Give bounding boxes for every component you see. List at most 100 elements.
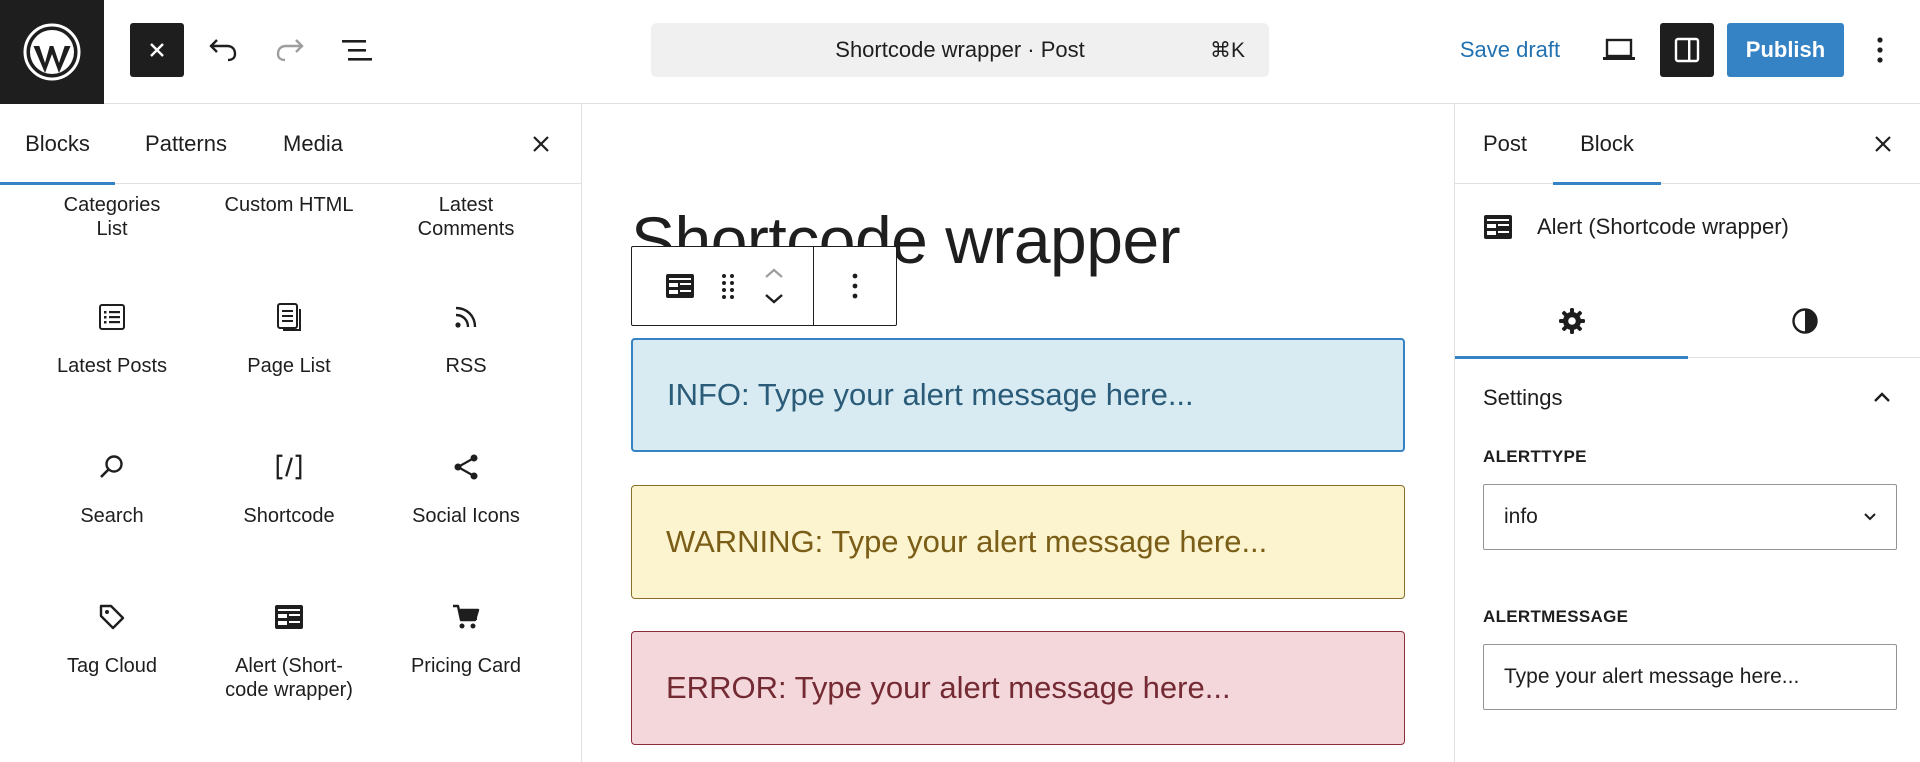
cart-icon <box>451 602 481 632</box>
tab-media[interactable]: Media <box>268 104 358 184</box>
command-shortcut: ⌘K <box>1209 39 1245 62</box>
close-sidebar-button[interactable] <box>1861 122 1905 166</box>
sidebar-icon <box>1674 37 1700 63</box>
block-label: Pricing Card <box>410 655 522 677</box>
tab-post[interactable]: Post <box>1455 104 1555 184</box>
chevron-down-icon <box>765 294 783 304</box>
drag-handle[interactable] <box>704 262 752 310</box>
block-label: Latest Comments <box>417 194 515 240</box>
block-label: Tag Cloud <box>66 655 158 677</box>
wordpress-logo-button[interactable] <box>0 0 104 104</box>
block-card: Alert (Shortcode wrapper) <box>1483 214 1789 240</box>
list-icon <box>97 302 127 332</box>
options-menu-button[interactable] <box>1856 23 1904 77</box>
block-social-icons[interactable]: Social Icons <box>380 452 552 528</box>
block-page-list[interactable]: Page List <box>203 302 375 378</box>
more-vertical-icon <box>1877 37 1883 63</box>
preview-button[interactable] <box>1592 23 1646 77</box>
block-alert-shortcode-wrapper[interactable]: Alert (Short-code wrapper) <box>203 602 375 702</box>
alert-block-icon <box>666 274 694 298</box>
block-label: Search <box>80 505 144 527</box>
block-inserter-panel: Blocks Patterns Media Categories List Cu… <box>0 104 582 762</box>
block-search[interactable]: Search <box>26 452 198 528</box>
alert-block-info[interactable]: INFO: Type your alert message here... <box>631 338 1405 452</box>
drag-handle-icon <box>722 274 734 299</box>
block-label: Custom HTML <box>224 194 354 216</box>
settings-panel-title: Settings <box>1483 385 1563 410</box>
share-icon <box>451 452 481 482</box>
block-toolbar-group <box>632 247 814 325</box>
inserter-tabs: Blocks Patterns Media <box>0 104 581 185</box>
alertmessage-input[interactable]: Type your alert message here... <box>1483 644 1897 710</box>
block-toolbar-options <box>814 247 896 325</box>
editor-canvas: Shortcode wrapper INFO: Type your alert … <box>583 104 1454 762</box>
tab-patterns[interactable]: Patterns <box>130 104 242 184</box>
block-toolbar <box>631 246 897 326</box>
move-down-button[interactable] <box>763 292 785 306</box>
more-vertical-icon <box>852 273 858 299</box>
search-icon <box>97 452 127 482</box>
tab-styles[interactable] <box>1688 284 1920 358</box>
block-rss[interactable]: RSS <box>380 302 552 378</box>
undo-button[interactable] <box>196 23 250 77</box>
settings-panel-toggle[interactable]: Settings <box>1455 358 1920 438</box>
block-shortcode[interactable]: Shortcode <box>203 452 375 528</box>
tab-block[interactable]: Block <box>1553 104 1661 185</box>
close-icon <box>150 43 164 57</box>
gear-icon <box>1558 308 1585 334</box>
shortcode-icon <box>274 452 304 482</box>
close-inserter-button[interactable] <box>130 23 184 77</box>
document-title: Shortcode wrapper · Post <box>835 37 1085 62</box>
block-pricing-card[interactable]: Pricing Card <box>380 602 552 678</box>
tab-blocks[interactable]: Blocks <box>0 104 115 185</box>
block-inspector-tabs <box>1455 284 1920 359</box>
document-overview-button[interactable] <box>330 23 384 77</box>
block-label: Latest Posts <box>56 355 168 377</box>
publish-button[interactable]: Publish <box>1727 23 1844 77</box>
alert-block-icon <box>274 602 304 632</box>
save-draft-button[interactable]: Save draft <box>1440 23 1580 77</box>
block-label: Shortcode <box>243 505 335 527</box>
chevron-up-icon <box>1874 392 1890 402</box>
block-label: Categories List <box>63 194 161 240</box>
alert-block-warning[interactable]: WARNING: Type your alert message here... <box>631 485 1405 599</box>
settings-toggle-button[interactable] <box>1660 23 1714 77</box>
wordpress-icon <box>23 23 81 81</box>
alerttype-select[interactable]: info <box>1483 484 1897 550</box>
chevron-up-icon <box>765 268 783 278</box>
page-list-icon <box>274 302 304 332</box>
move-up-button[interactable] <box>763 266 785 280</box>
block-options-button[interactable] <box>831 262 879 310</box>
alerttype-value: info <box>1504 505 1538 528</box>
block-latest-comments[interactable]: Latest Comments <box>380 193 552 241</box>
list-view-icon <box>342 40 372 61</box>
tag-icon <box>97 602 127 632</box>
close-inserter-panel-button[interactable] <box>519 122 563 166</box>
block-latest-posts[interactable]: Latest Posts <box>26 302 198 378</box>
close-icon <box>533 136 549 152</box>
block-type-button[interactable] <box>656 262 704 310</box>
alert-block-icon <box>1484 215 1512 239</box>
undo-icon <box>209 39 237 62</box>
block-mover <box>752 251 796 321</box>
editor-header: Shortcode wrapper · Post ⌘K Save draft P… <box>0 0 1920 104</box>
command-palette-button[interactable]: Shortcode wrapper · Post ⌘K <box>651 23 1269 77</box>
chevron-down-icon <box>1864 513 1876 521</box>
block-custom-html[interactable]: Custom HTML <box>203 193 375 217</box>
block-categories-list[interactable]: Categories List <box>26 193 198 241</box>
block-label: Alert (Short-code wrapper) <box>225 655 353 701</box>
redo-icon <box>276 39 304 62</box>
tab-settings[interactable] <box>1455 284 1688 359</box>
alert-block-error[interactable]: ERROR: Type your alert message here... <box>631 631 1405 745</box>
close-icon <box>1875 136 1891 152</box>
redo-button[interactable] <box>263 23 317 77</box>
sidebar-tabs: Post Block <box>1455 104 1920 185</box>
settings-sidebar: Post Block Alert (Shortcode wrapper) Set… <box>1454 104 1920 762</box>
block-tag-cloud[interactable]: Tag Cloud <box>26 602 198 678</box>
block-label: RSS <box>445 355 487 377</box>
block-label: Social Icons <box>412 505 520 527</box>
desktop-preview-icon <box>1603 38 1635 60</box>
contrast-icon <box>1791 308 1818 334</box>
block-label: Page List <box>247 355 331 377</box>
alertmessage-value: Type your alert message here... <box>1504 665 1800 688</box>
